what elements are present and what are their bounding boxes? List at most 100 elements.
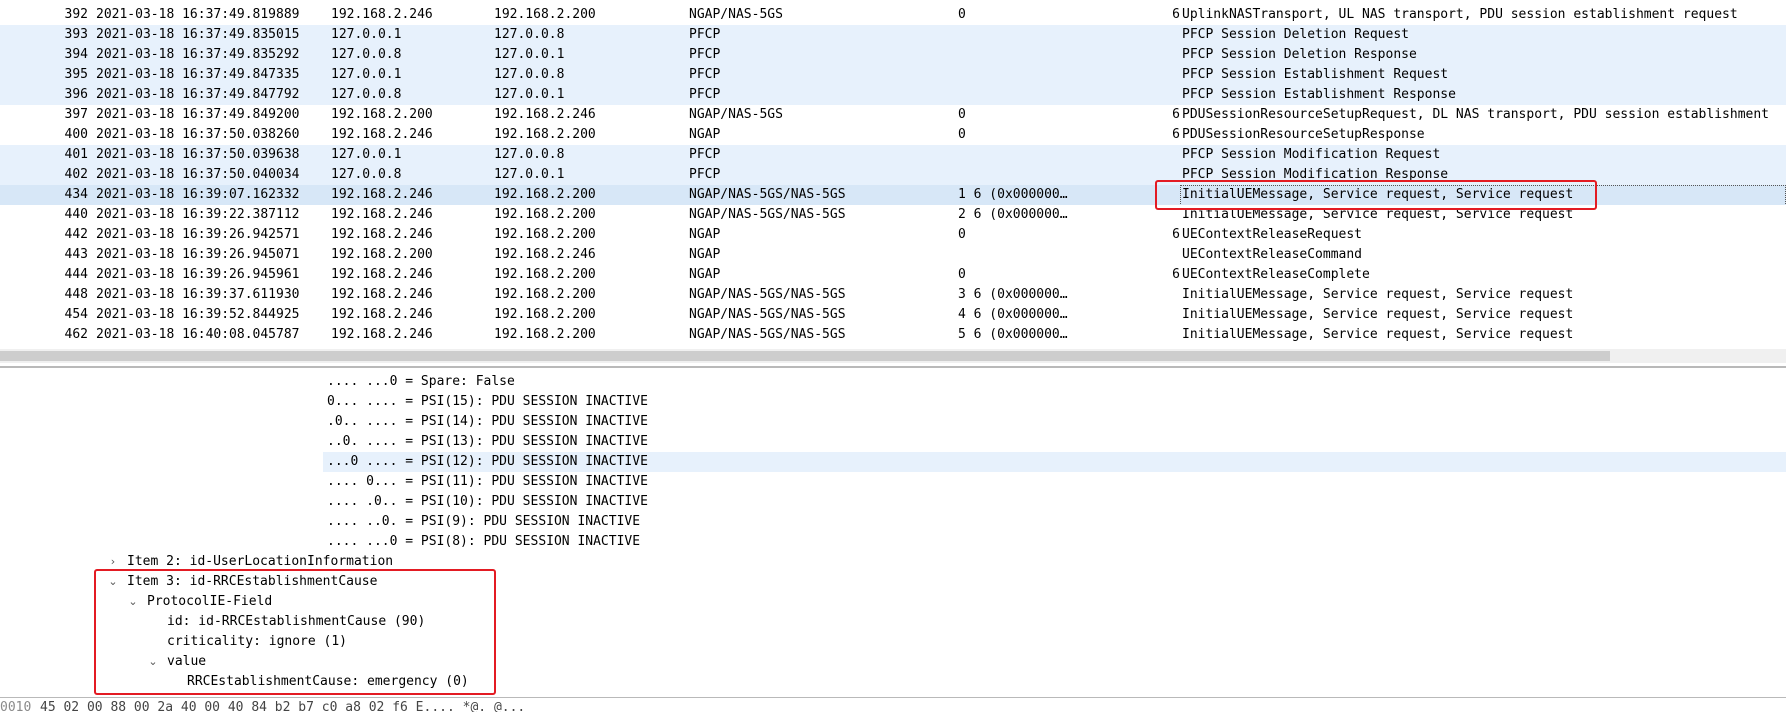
packet-no: 392 bbox=[64, 7, 88, 22]
tree-item-psi9[interactable]: .... ..0. = PSI(9): PDU SESSION INACTIVE bbox=[0, 512, 1786, 532]
packet-row-462[interactable]: 462 2021-03-18 16:40:08.045787 192.168.2… bbox=[0, 325, 1786, 345]
packet-no: 440 bbox=[64, 207, 88, 222]
packet-time: 2021-03-18 16:37:50.040034 bbox=[96, 167, 300, 182]
pane-splitter[interactable] bbox=[0, 366, 1786, 368]
packet-time: 2021-03-18 16:37:49.819889 bbox=[96, 7, 300, 22]
packet-protocol: NGAP/NAS-5GS/NAS-5GS bbox=[689, 307, 846, 322]
tree-item-psi14[interactable]: .0.. .... = PSI(14): PDU SESSION INACTIV… bbox=[0, 412, 1786, 432]
packet-destination: 192.168.2.200 bbox=[494, 187, 596, 202]
tree-item-psi12[interactable]: ...0 .... = PSI(12): PDU SESSION INACTIV… bbox=[0, 452, 1786, 472]
chevron-down-icon[interactable]: ⌄ bbox=[127, 592, 139, 612]
tree-item-value[interactable]: ⌄ value bbox=[0, 652, 1786, 672]
packet-col-b bbox=[1150, 205, 1180, 225]
packet-no: 454 bbox=[64, 307, 88, 322]
tree-item-item2[interactable]: › Item 2: id-UserLocationInformation bbox=[0, 552, 1786, 572]
pane-splitter[interactable] bbox=[0, 697, 1786, 698]
tree-item-label: .... 0... = PSI(11): PDU SESSION INACTIV… bbox=[327, 474, 648, 489]
packet-time: 2021-03-18 16:39:26.945961 bbox=[96, 267, 300, 282]
tree-item-item3[interactable]: ⌄ Item 3: id-RRCEstablishmentCause bbox=[0, 572, 1786, 592]
tree-item-spare[interactable]: .... ...0 = Spare: False bbox=[0, 372, 1786, 392]
packet-time: 2021-03-18 16:39:26.942571 bbox=[96, 227, 300, 242]
tree-item-protocolie-field[interactable]: ⌄ ProtocolIE-Field bbox=[0, 592, 1786, 612]
scrollbar-thumb[interactable] bbox=[0, 351, 1610, 361]
packet-row-448[interactable]: 448 2021-03-18 16:39:37.611930 192.168.2… bbox=[0, 285, 1786, 305]
tree-item-psi11[interactable]: .... 0... = PSI(11): PDU SESSION INACTIV… bbox=[0, 472, 1786, 492]
packet-source: 192.168.2.246 bbox=[331, 127, 433, 142]
packet-list[interactable]: 392 2021-03-18 16:37:49.819889 192.168.2… bbox=[0, 0, 1786, 350]
packet-row-401[interactable]: 401 2021-03-18 16:37:50.039638 127.0.0.1… bbox=[0, 145, 1786, 165]
tree-item-label: .... ..0. = PSI(9): PDU SESSION INACTIVE bbox=[327, 514, 641, 529]
packet-row-397[interactable]: 397 2021-03-18 16:37:49.849200 192.168.2… bbox=[0, 105, 1786, 125]
packet-row-440[interactable]: 440 2021-03-18 16:39:22.387112 192.168.2… bbox=[0, 205, 1786, 225]
tree-item-psi13[interactable]: ..0. .... = PSI(13): PDU SESSION INACTIV… bbox=[0, 432, 1786, 452]
packet-col-a: 5 6 (0x000000… bbox=[958, 327, 1068, 342]
packet-time: 2021-03-18 16:37:49.847792 bbox=[96, 87, 300, 102]
packet-col-a: 0 bbox=[958, 107, 966, 122]
packet-row-395[interactable]: 395 2021-03-18 16:37:49.847335 127.0.0.1… bbox=[0, 65, 1786, 85]
tree-item-label: RRCEstablishmentCause: emergency (0) bbox=[187, 674, 469, 689]
packet-destination: 192.168.2.200 bbox=[494, 307, 596, 322]
tree-item-label: .... .0.. = PSI(10): PDU SESSION INACTIV… bbox=[327, 494, 648, 509]
tree-item-rrc-cause[interactable]: RRCEstablishmentCause: emergency (0) bbox=[0, 672, 1786, 692]
packet-col-b: 6 bbox=[1172, 127, 1180, 142]
chevron-down-icon[interactable]: ⌄ bbox=[107, 572, 119, 592]
tree-item-psi8[interactable]: .... ...0 = PSI(8): PDU SESSION INACTIVE bbox=[0, 532, 1786, 552]
packet-destination: 192.168.2.246 bbox=[494, 107, 596, 122]
tree-item-criticality[interactable]: criticality: ignore (1) bbox=[0, 632, 1786, 652]
horizontal-scrollbar[interactable] bbox=[0, 349, 1786, 363]
tree-item-id[interactable]: id: id-RRCEstablishmentCause (90) bbox=[0, 612, 1786, 632]
bytes-hex[interactable]: 45 02 00 88 00 2a 40 00 40 84 b2 b7 c0 a… bbox=[40, 700, 525, 712]
packet-protocol: NGAP bbox=[689, 227, 721, 242]
packet-destination: 192.168.2.200 bbox=[494, 7, 596, 22]
packet-destination: 127.0.0.1 bbox=[494, 47, 565, 62]
packet-row-444[interactable]: 444 2021-03-18 16:39:26.945961 192.168.2… bbox=[0, 265, 1786, 285]
packet-row-394[interactable]: 394 2021-03-18 16:37:49.835292 127.0.0.8… bbox=[0, 45, 1786, 65]
packet-protocol: PFCP bbox=[689, 87, 721, 102]
packet-row-434-selected[interactable]: 434 2021-03-18 16:39:07.162332 192.168.2… bbox=[0, 185, 1786, 206]
packet-details-tree[interactable]: .... ...0 = Spare: False 0... .... = PSI… bbox=[0, 369, 1786, 695]
chevron-down-icon[interactable]: ⌄ bbox=[147, 652, 159, 672]
packet-time: 2021-03-18 16:37:49.835292 bbox=[96, 47, 300, 62]
packet-col-b bbox=[1150, 245, 1180, 265]
packet-col-a bbox=[958, 145, 1068, 165]
packet-time: 2021-03-18 16:39:37.611930 bbox=[96, 287, 300, 302]
packet-protocol: PFCP bbox=[689, 27, 721, 42]
packet-row-402[interactable]: 402 2021-03-18 16:37:50.040034 127.0.0.8… bbox=[0, 165, 1786, 185]
tree-item-label: criticality: ignore (1) bbox=[167, 634, 348, 649]
packet-col-b: 6 bbox=[1172, 107, 1180, 122]
packet-info: UEContextReleaseCommand bbox=[1182, 247, 1363, 262]
tree-item-label: Item 2: id-UserLocationInformation bbox=[127, 554, 394, 569]
packet-no: 443 bbox=[64, 247, 88, 262]
packet-info: PFCP Session Establishment Request bbox=[1182, 67, 1449, 82]
chevron-right-icon[interactable]: › bbox=[107, 552, 119, 572]
wireshark-window: 392 2021-03-18 16:37:49.819889 192.168.2… bbox=[0, 0, 1786, 712]
packet-no: 393 bbox=[64, 27, 88, 42]
packet-destination: 192.168.2.200 bbox=[494, 327, 596, 342]
packet-row-454[interactable]: 454 2021-03-18 16:39:52.844925 192.168.2… bbox=[0, 305, 1786, 325]
packet-info: InitialUEMessage, Service request, Servi… bbox=[1182, 307, 1574, 322]
packet-time: 2021-03-18 16:37:50.039638 bbox=[96, 147, 300, 162]
packet-destination: 127.0.0.8 bbox=[494, 67, 565, 82]
packet-info: PDUSessionResourceSetupRequest, DL NAS t… bbox=[1182, 107, 1769, 122]
packet-destination: 192.168.2.246 bbox=[494, 247, 596, 262]
packet-row-442[interactable]: 442 2021-03-18 16:39:26.942571 192.168.2… bbox=[0, 225, 1786, 245]
packet-row-392[interactable]: 392 2021-03-18 16:37:49.819889 192.168.2… bbox=[0, 5, 1786, 25]
packet-no: 395 bbox=[64, 67, 88, 82]
packet-time: 2021-03-18 16:39:52.844925 bbox=[96, 307, 300, 322]
packet-row-400[interactable]: 400 2021-03-18 16:37:50.038260 192.168.2… bbox=[0, 125, 1786, 145]
tree-item-psi10[interactable]: .... .0.. = PSI(10): PDU SESSION INACTIV… bbox=[0, 492, 1786, 512]
packet-protocol: NGAP bbox=[689, 267, 721, 282]
packet-info: PFCP Session Deletion Response bbox=[1182, 47, 1417, 62]
packet-row-443[interactable]: 443 2021-03-18 16:39:26.945071 192.168.2… bbox=[0, 245, 1786, 265]
packet-row-393[interactable]: 393 2021-03-18 16:37:49.835015 127.0.0.1… bbox=[0, 25, 1786, 45]
packet-col-b bbox=[1150, 25, 1180, 45]
packet-bytes-pane[interactable]: 0010 45 02 00 88 00 2a 40 00 40 84 b2 b7… bbox=[0, 700, 1786, 712]
tree-item-label: ..0. .... = PSI(13): PDU SESSION INACTIV… bbox=[327, 434, 648, 449]
packet-no: 400 bbox=[64, 127, 88, 142]
packet-info: UEContextReleaseRequest bbox=[1182, 227, 1363, 242]
packet-col-b bbox=[1150, 285, 1180, 305]
packet-row-396[interactable]: 396 2021-03-18 16:37:49.847792 127.0.0.8… bbox=[0, 85, 1786, 105]
packet-no: 442 bbox=[64, 227, 88, 242]
packet-protocol: NGAP/NAS-5GS bbox=[689, 107, 783, 122]
tree-item-psi15[interactable]: 0... .... = PSI(15): PDU SESSION INACTIV… bbox=[0, 392, 1786, 412]
